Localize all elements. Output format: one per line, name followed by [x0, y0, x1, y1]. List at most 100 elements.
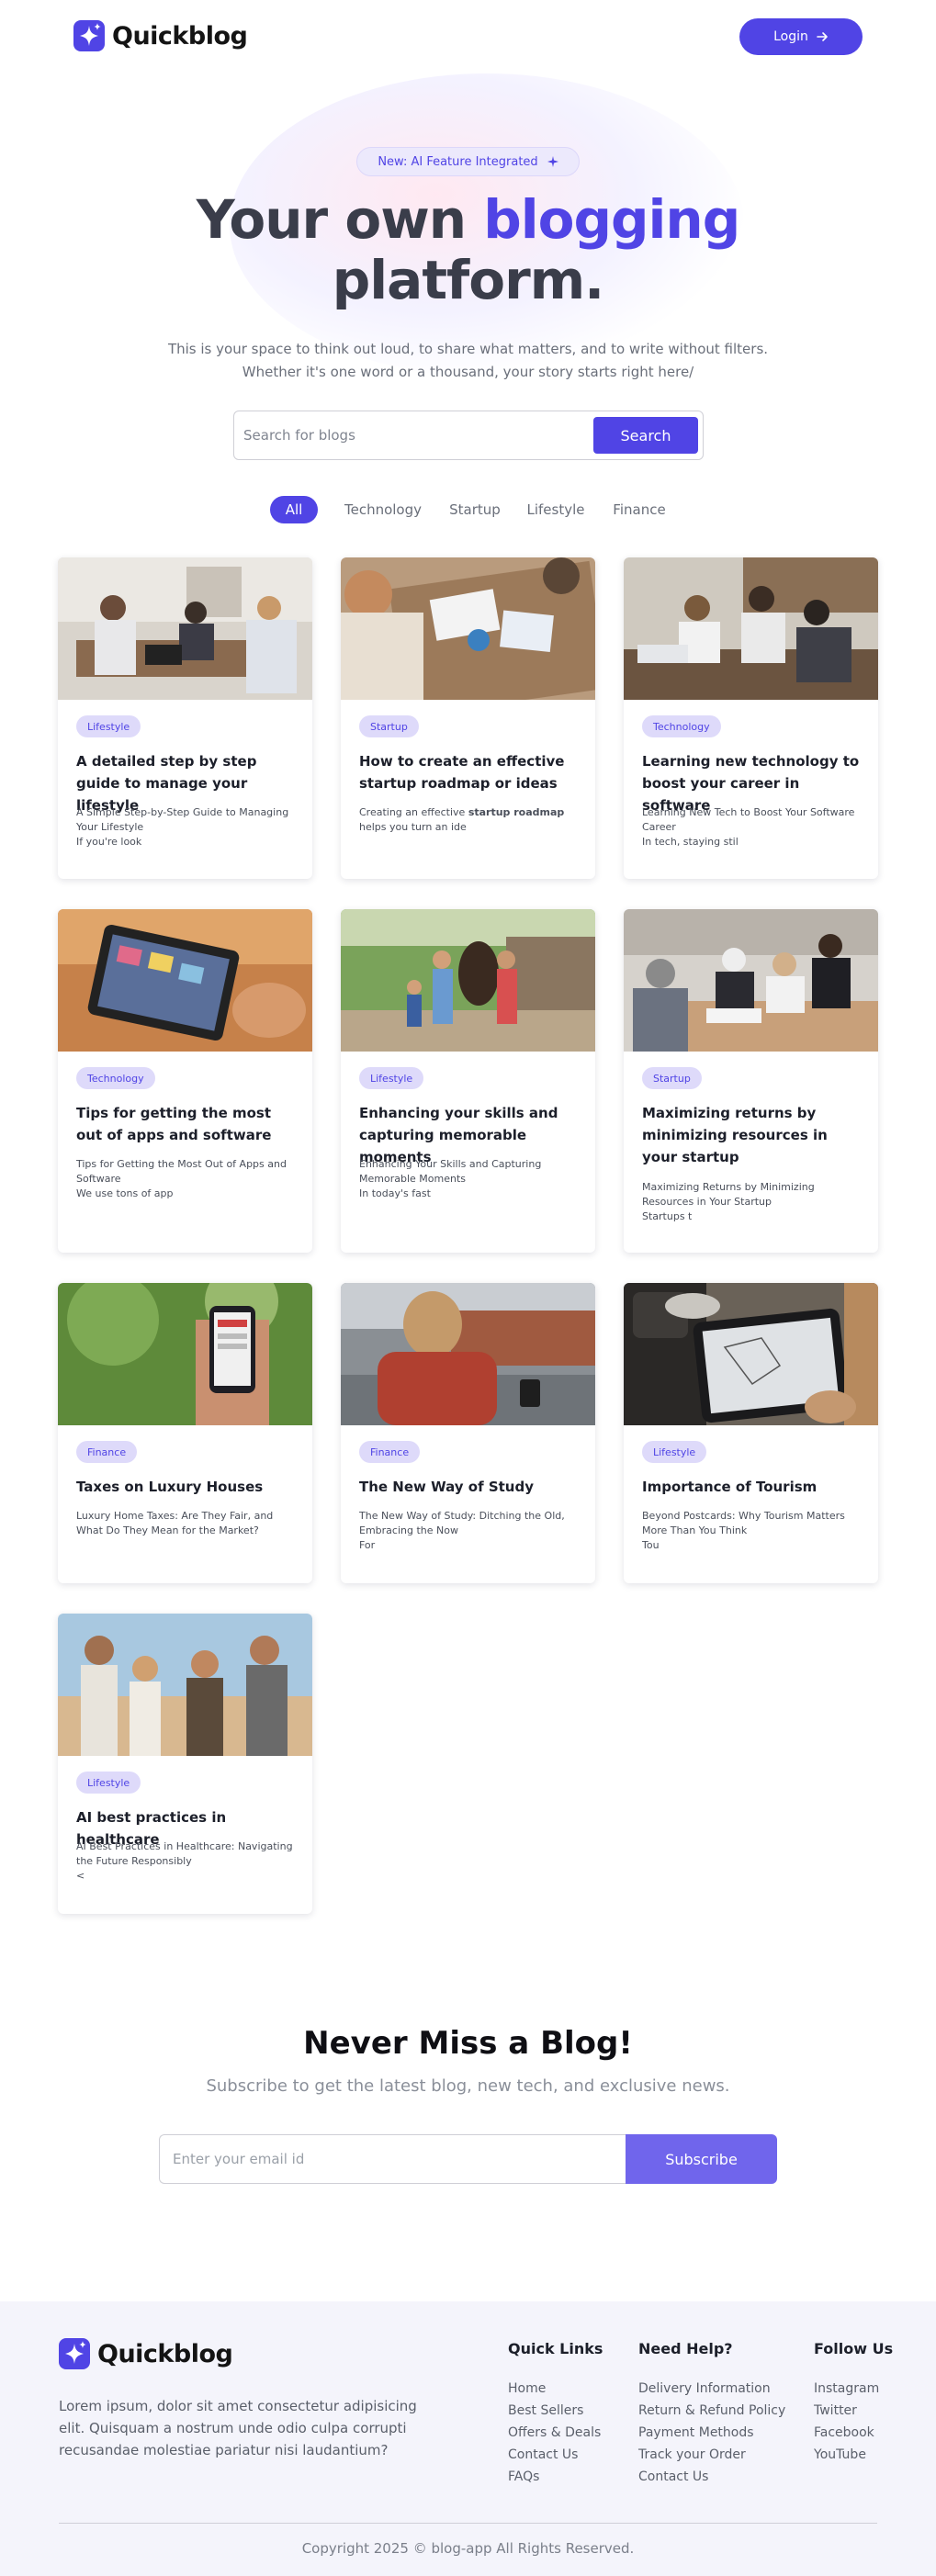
footer-link-offers[interactable]: Offers & Deals	[508, 2422, 603, 2444]
category-tab-all[interactable]: All	[270, 496, 318, 523]
blog-title[interactable]: Importance of Tourism	[642, 1476, 867, 1498]
footer-link-payment[interactable]: Payment Methods	[638, 2422, 785, 2444]
category-tab-finance[interactable]: Finance	[608, 496, 671, 523]
blog-excerpt: AI Best Practices in Healthcare: Navigat…	[76, 1840, 293, 1882]
blog-category-badge: Lifestyle	[359, 1067, 424, 1089]
footer-column-quick-links: Quick Links Home Best Sellers Offers & D…	[508, 2340, 603, 2488]
footer-link-facebook[interactable]: Facebook	[814, 2422, 893, 2444]
blog-title[interactable]: Tips for getting the most out of apps an…	[76, 1102, 301, 1146]
footer-brand-name: Quickblog	[97, 2339, 233, 2368]
footer-column-title: Need Help?	[638, 2340, 733, 2357]
email-field[interactable]	[159, 2134, 627, 2184]
hero-title: Your own blogging platform.	[147, 189, 789, 310]
search-button[interactable]: Search	[593, 417, 698, 454]
blog-excerpt-end: helps you turn an ide	[359, 821, 467, 833]
footer-link-youtube[interactable]: YouTube	[814, 2444, 893, 2466]
copyright-text: Copyright 2025 © blog-app All Rights Res…	[301, 2540, 635, 2557]
category-tab-technology[interactable]: Technology	[342, 496, 424, 523]
blog-category-badge: Lifestyle	[642, 1441, 707, 1463]
blog-image	[341, 557, 595, 700]
blog-card[interactable]: Lifestyle A detailed step by step guide …	[58, 557, 312, 879]
category-tab-lifestyle[interactable]: Lifestyle	[522, 496, 590, 523]
blog-card[interactable]: Lifestyle Enhancing your skills and capt…	[341, 909, 595, 1253]
login-button[interactable]: Login	[739, 18, 863, 55]
newsletter-subtitle: Subscribe to get the latest blog, new te…	[206, 2076, 730, 2096]
footer-link-track-order[interactable]: Track your Order	[638, 2444, 785, 2466]
blog-category-badge: Startup	[642, 1067, 702, 1089]
blog-image	[58, 557, 312, 700]
footer-link-contact[interactable]: Contact Us	[508, 2444, 603, 2466]
blog-excerpt-bold: startup roadmap	[468, 806, 565, 818]
blog-excerpt: Luxury Home Taxes: Are They Fair, and Wh…	[76, 1510, 274, 1536]
brand-name: Quickblog	[112, 21, 248, 51]
blog-image	[341, 909, 595, 1052]
blog-card[interactable]: Technology Learning new technology to bo…	[624, 557, 878, 879]
blog-excerpt: The New Way of Study: Ditching the Old, …	[359, 1510, 565, 1551]
category-tab-startup[interactable]: Startup	[445, 496, 505, 523]
newsletter-title: Never Miss a Blog!	[303, 2025, 633, 2062]
newsletter-form: Subscribe	[159, 2134, 777, 2184]
footer-brand-logo[interactable]: Quickblog	[59, 2338, 233, 2369]
login-label: Login	[773, 29, 808, 44]
footer-link-contact-help[interactable]: Contact Us	[638, 2466, 785, 2488]
blog-image	[58, 909, 312, 1052]
blog-excerpt: Maximizing Returns by Minimizing Resourc…	[642, 1181, 815, 1222]
blog-category-badge: Lifestyle	[76, 1772, 141, 1794]
blog-card[interactable]: Finance Taxes on Luxury Houses Luxury Ho…	[58, 1283, 312, 1583]
footer: Quickblog Lorem ipsum, dolor sit amet co…	[0, 2301, 936, 2576]
hero-subtitle: This is your space to think out loud, to…	[167, 341, 769, 380]
blog-image	[624, 909, 878, 1052]
blog-category-badge: Startup	[359, 715, 419, 737]
blog-category-badge: Finance	[76, 1441, 138, 1463]
blog-excerpt: Creating an effective startup roadmap he…	[359, 805, 584, 835]
footer-link-instagram[interactable]: Instagram	[814, 2378, 893, 2400]
blog-card[interactable]: Startup How to create an effective start…	[341, 557, 595, 879]
subscribe-button[interactable]: Subscribe	[626, 2134, 777, 2184]
blog-excerpt: Learning New Tech to Boost Your Software…	[642, 806, 855, 848]
footer-link-twitter[interactable]: Twitter	[814, 2400, 893, 2422]
footer-link-home[interactable]: Home	[508, 2378, 603, 2400]
sparkle-star-icon	[73, 20, 105, 51]
blog-card[interactable]: Startup Maximizing returns by minimizing…	[624, 909, 878, 1253]
blog-excerpt: Enhancing Your Skills and Capturing Memo…	[359, 1158, 542, 1199]
navbar: Quickblog Login	[0, 0, 936, 73]
footer-column-need-help: Need Help? Delivery Information Return &…	[638, 2340, 785, 2488]
footer-column-title: Quick Links	[508, 2340, 603, 2357]
search-form: Search	[233, 411, 704, 460]
blog-card[interactable]: Lifestyle AI best practices in healthcar…	[58, 1614, 312, 1914]
blog-title[interactable]: How to create an effective startup roadm…	[359, 750, 584, 794]
blog-title[interactable]: The New Way of Study	[359, 1476, 584, 1498]
blog-excerpt: Tips for Getting the Most Out of Apps an…	[76, 1158, 287, 1199]
blog-image	[58, 1283, 312, 1425]
blog-category-badge: Lifestyle	[76, 715, 141, 737]
hero-title-accent: blogging	[483, 188, 740, 251]
blog-image	[341, 1283, 595, 1425]
footer-link-best-sellers[interactable]: Best Sellers	[508, 2400, 603, 2422]
brand-logo[interactable]: Quickblog	[73, 20, 248, 51]
hero-title-part2: platform.	[332, 249, 604, 311]
arrow-right-icon	[817, 32, 828, 41]
blog-card[interactable]: Finance The New Way of Study The New Way…	[341, 1283, 595, 1583]
footer-link-returns[interactable]: Return & Refund Policy	[638, 2400, 785, 2422]
blog-card[interactable]: Lifestyle Importance of Tourism Beyond P…	[624, 1283, 878, 1583]
hero-title-part1: Your own	[196, 188, 484, 251]
blog-card[interactable]: Technology Tips for getting the most out…	[58, 909, 312, 1253]
blog-excerpt-start: Creating an effective	[359, 806, 468, 818]
footer-link-delivery[interactable]: Delivery Information	[638, 2378, 785, 2400]
badge-label: New: AI Feature Integrated	[378, 154, 538, 169]
blog-excerpt: Beyond Postcards: Why Tourism Matters Mo…	[642, 1510, 845, 1551]
search-input[interactable]	[243, 419, 583, 452]
blog-title[interactable]: Maximizing returns by minimizing resourc…	[642, 1102, 867, 1168]
new-feature-badge: New: AI Feature Integrated	[356, 147, 580, 176]
blog-excerpt: A Simple Step-by-Step Guide to Managing …	[76, 806, 289, 848]
sparkle-icon	[547, 156, 558, 167]
sparkle-star-icon	[59, 2338, 90, 2369]
blog-image	[624, 557, 878, 700]
blog-title[interactable]: Taxes on Luxury Houses	[76, 1476, 301, 1498]
footer-divider	[59, 2523, 877, 2524]
footer-column-title: Follow Us	[814, 2340, 894, 2357]
blog-category-badge: Technology	[76, 1067, 155, 1089]
footer-about-text: Lorem ipsum, dolor sit amet consectetur …	[59, 2398, 417, 2458]
footer-link-faqs[interactable]: FAQs	[508, 2466, 603, 2488]
footer-column-follow-us: Follow Us Instagram Twitter Facebook You…	[814, 2340, 893, 2466]
